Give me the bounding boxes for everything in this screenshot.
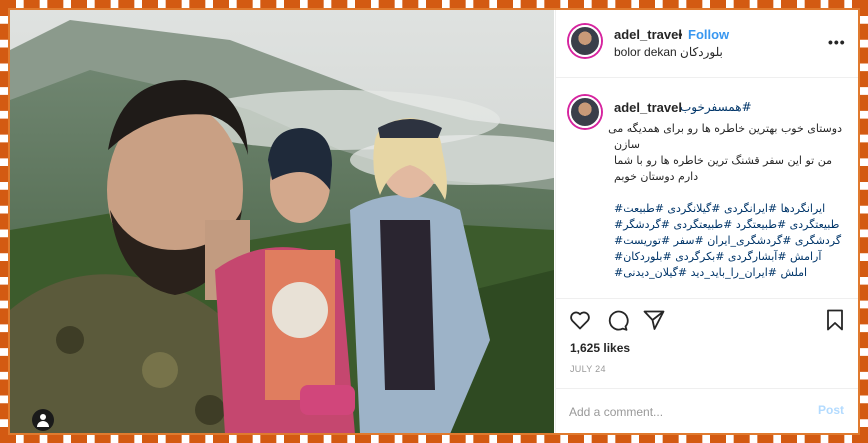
post-comment-button[interactable]: Post — [818, 403, 844, 417]
caption-line: دارم دوستان خوبم — [614, 170, 699, 183]
tagged-users-icon[interactable] — [32, 409, 54, 431]
hashtag-line[interactable]: آرامش #آبشارگردی #بکرگردی #بلوردکان# — [614, 249, 842, 265]
author-avatar[interactable] — [569, 25, 601, 57]
post-image — [10, 10, 554, 434]
author-username[interactable]: adel_travel — [614, 27, 682, 42]
header-separator: • — [678, 27, 683, 42]
post-location[interactable]: bolor dekan بلوردکان — [614, 45, 723, 59]
comment-icon[interactable] — [605, 308, 629, 332]
comment-bar: Post — [556, 388, 859, 434]
hashtag-line[interactable]: ایرانگردها #ایرانگردی #گیلانگردی #طبیعت# — [614, 201, 842, 217]
caption-line: سازن — [614, 138, 640, 151]
hashtag-line[interactable]: املش #ایران_را_باید_دید #گیلان_دیدنی# — [614, 265, 842, 281]
caption-first-hashtag[interactable]: همسفرخوب# — [680, 100, 752, 114]
comment-input[interactable] — [569, 401, 799, 423]
hashtag-line[interactable]: گردشگری #گردشگری_ایران #سفر #توریست# — [614, 233, 842, 249]
caption-avatar[interactable] — [569, 96, 601, 128]
caption-section: adel_travel همسفرخوب# دوستای خوب بهترین … — [556, 79, 859, 297]
caption-line: دوستای خوب بهترین خاطره ها رو برای همدیگ… — [608, 122, 842, 135]
caption-username[interactable]: adel_travel — [614, 100, 682, 115]
more-options-icon[interactable]: ••• — [828, 34, 846, 50]
post-details-panel: adel_travel • Follow bolor dekan بلوردکا… — [555, 10, 859, 434]
share-icon[interactable] — [642, 308, 666, 332]
hashtag-line[interactable]: طبیعتگردی #طبیعتگرد #طبیعتگردی #گردشگر# — [614, 217, 842, 233]
post-header: adel_travel • Follow bolor dekan بلوردکا… — [556, 10, 859, 78]
caption-line: من تو این سفر قشنگ ترین خاطره ها رو با ش… — [614, 154, 832, 167]
caption-text: دوستای خوب بهترین خاطره ها رو برای همدیگ… — [608, 121, 842, 281]
likes-count[interactable]: 1,625 likes — [570, 341, 630, 355]
bookmark-icon[interactable] — [823, 308, 847, 332]
post-actions: 1,625 likes JULY 24 — [556, 298, 859, 386]
follow-button[interactable]: Follow — [688, 27, 729, 42]
post-photo[interactable] — [10, 10, 554, 434]
post-date[interactable]: JULY 24 — [570, 364, 606, 374]
heart-icon[interactable] — [568, 308, 592, 332]
